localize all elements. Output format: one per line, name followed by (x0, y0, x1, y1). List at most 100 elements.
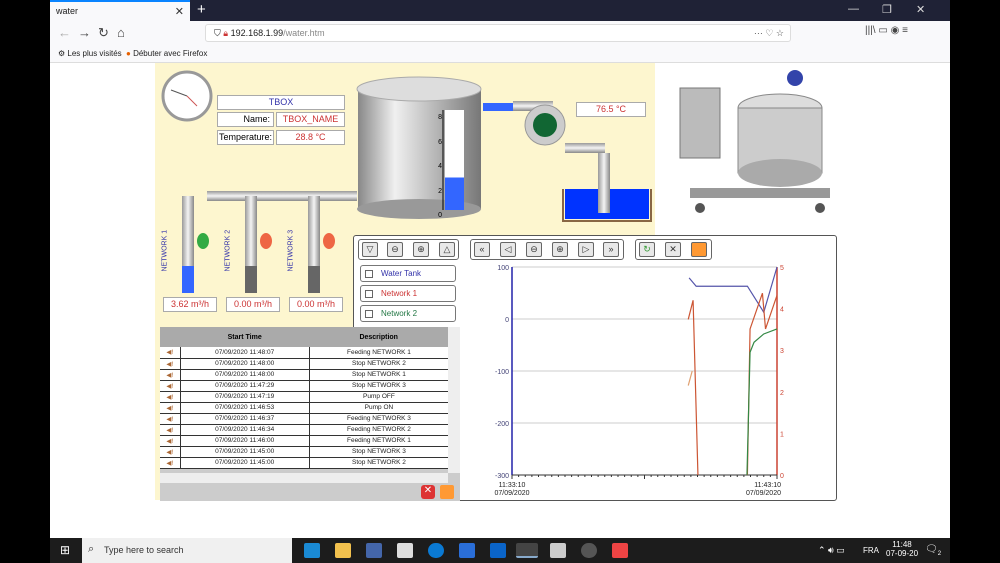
notification-icon[interactable]: 🗨︎2 (925, 544, 941, 557)
y-right-tick: 4 (780, 307, 784, 314)
log-row[interactable]: ◀! 07/09/2020 11:47:19 Pump OFF (160, 391, 448, 403)
log-time: 07/09/2020 11:46:34 (179, 424, 310, 436)
clock-app-icon[interactable] (581, 543, 597, 558)
x-tick-label: 11:43:10 (754, 482, 781, 489)
nav-toolbar: « ◁ ⊖ ⊕ ▷ » (470, 239, 624, 260)
log-description: Pump OFF (309, 391, 448, 403)
temperature-value: 28.8 °C (276, 130, 345, 145)
log-time: 07/09/2020 11:45:00 (179, 446, 310, 458)
csv-export-icon[interactable] (691, 242, 707, 257)
log-row[interactable]: ◀! 07/09/2020 11:46:53 Pump ON (160, 402, 448, 414)
back-button[interactable]: ← (58, 25, 71, 40)
forward-button[interactable]: → (78, 25, 91, 40)
alarm-icon: ◀! (160, 424, 180, 436)
bookmark-getting-started[interactable]: ● Débuter avec Firefox (126, 49, 207, 58)
log-row[interactable]: ◀! 07/09/2020 11:48:00 Stop NETWORK 1 (160, 369, 448, 381)
log-description: Feeding NETWORK 3 (309, 413, 448, 425)
network-3-label: NETWORK 3 (287, 229, 295, 272)
language-indicator[interactable]: FRA (863, 546, 879, 555)
tab-title: water (56, 6, 79, 16)
prev-button[interactable]: ◁ (500, 242, 516, 257)
maximize-button[interactable]: ❐ (882, 3, 892, 16)
zoom-out-icon[interactable]: ⊖ (387, 242, 403, 257)
y-left-tick: 0 (505, 317, 509, 324)
start-button[interactable]: ⊞ (60, 543, 70, 557)
edge-icon[interactable] (304, 543, 320, 558)
checkbox[interactable] (365, 289, 373, 298)
firefox-taskbar-icon[interactable] (516, 543, 538, 558)
insecure-lock-icon: 🔒︎ (223, 28, 231, 38)
tab-bar: water ✕ + — ❐ ✕ (50, 0, 950, 21)
time-zoom-out-icon[interactable]: ⊖ (526, 242, 542, 257)
refresh-icon[interactable]: ↻ (639, 242, 655, 257)
app-icon[interactable] (550, 543, 566, 558)
network-2-flow: 0.00 m³/h (226, 297, 280, 312)
taskbar-search[interactable]: ⌕ Type here to search (82, 538, 292, 563)
time-zoom-in-icon[interactable]: ⊕ (552, 242, 568, 257)
tab-water[interactable]: water ✕ (50, 0, 190, 21)
log-row[interactable]: ◀! 07/09/2020 11:47:29 Stop NETWORK 3 (160, 380, 448, 392)
minimize-button[interactable]: — (848, 3, 859, 15)
scroll-up-button[interactable]: △ (439, 242, 455, 257)
legend-water-tank[interactable]: Water Tank (360, 265, 456, 282)
app-icon[interactable] (612, 543, 628, 558)
log-row[interactable]: ◀! 07/09/2020 11:46:34 Feeding NETWORK 2 (160, 424, 448, 436)
reload-button[interactable]: ↻ (98, 25, 109, 41)
next-button[interactable]: ▷ (578, 242, 594, 257)
x-tick-label: 07/09/2020 (494, 490, 529, 497)
store-icon[interactable] (397, 543, 413, 558)
log-description: Stop NETWORK 3 (309, 380, 448, 392)
log-row[interactable]: ◀! 07/09/2020 11:45:00 Stop NETWORK 2 (160, 457, 448, 469)
log-description: Stop NETWORK 3 (309, 446, 448, 458)
legend-toolbar: ▽ ⊖ ⊕ △ (358, 239, 459, 260)
mail-icon[interactable] (490, 543, 506, 558)
page-actions-icon[interactable]: ··· ♡ ☆ (754, 28, 784, 39)
library-icon[interactable]: |||\ ▭ ◉ ≡ (865, 25, 908, 36)
col-start-time[interactable]: Start Time (180, 327, 310, 347)
alarm-icon: ◀! (160, 413, 180, 425)
url-bar[interactable]: ⛉ 🔒︎ 192.168.1.99/water.htm ··· ♡ ☆ (205, 24, 791, 42)
zoom-in-icon[interactable]: ⊕ (413, 242, 429, 257)
fit-icon[interactable]: ✕ (665, 242, 681, 257)
horizontal-scrollbar[interactable] (160, 473, 448, 483)
legend-network-1[interactable]: Network 1 (360, 285, 456, 302)
log-row[interactable]: ◀! 07/09/2020 11:45:00 Stop NETWORK 3 (160, 446, 448, 458)
close-tab-icon[interactable]: ✕ (175, 5, 184, 18)
alarm-icon: ◀! (160, 347, 180, 359)
pump (524, 104, 566, 146)
y-left-tick: -200 (495, 421, 509, 428)
y-right-tick: 1 (780, 431, 784, 438)
log-row[interactable]: ◀! 07/09/2020 11:46:00 Feeding NETWORK 1 (160, 435, 448, 447)
new-tab-button[interactable]: + (197, 1, 206, 18)
equipment-photo (660, 63, 845, 235)
shield-icon: ⛉ (214, 28, 224, 38)
y-right-tick: 2 (780, 390, 784, 397)
scroll-down-button[interactable]: ▽ (362, 242, 378, 257)
vertical-scrollbar[interactable] (448, 327, 460, 473)
clock[interactable]: 11:48 07-09-20 (886, 540, 918, 558)
log-row[interactable]: ◀! 07/09/2020 11:46:37 Feeding NETWORK 3 (160, 413, 448, 425)
clear-log-button[interactable]: ✕ (421, 485, 435, 499)
log-row[interactable]: ◀! 07/09/2020 11:48:07 Feeding NETWORK 1 (160, 347, 448, 359)
export-csv-button[interactable] (440, 485, 454, 499)
legend-network-2[interactable]: Network 2 (360, 305, 456, 322)
checkbox[interactable] (365, 269, 373, 278)
checkbox[interactable] (365, 309, 373, 318)
skype-icon[interactable] (428, 543, 444, 558)
series-line-network-3 (687, 370, 693, 386)
last-button[interactable]: » (603, 242, 619, 257)
trend-chart: 1000-100-200-30054321011:33:1007/09/2020… (494, 265, 784, 497)
tray-icons[interactable]: ⌃ 🔊︎ ▭ (818, 545, 845, 556)
event-log: Start Time Description ◀! 07/09/2020 11:48… (160, 327, 460, 501)
log-description: Feeding NETWORK 1 (309, 347, 448, 359)
app-icon[interactable] (366, 543, 382, 558)
close-window-button[interactable]: ✕ (916, 3, 925, 16)
log-row[interactable]: ◀! 07/09/2020 11:48:00 Stop NETWORK 2 (160, 358, 448, 370)
col-description[interactable]: Description (309, 327, 448, 347)
first-button[interactable]: « (474, 242, 490, 257)
app-icon[interactable] (459, 543, 475, 558)
bookmark-most-visited[interactable]: ⚙ Les plus visités (58, 49, 122, 58)
y-right-tick: 3 (780, 348, 784, 355)
home-button[interactable]: ⌂ (117, 25, 125, 40)
explorer-icon[interactable] (335, 543, 351, 558)
